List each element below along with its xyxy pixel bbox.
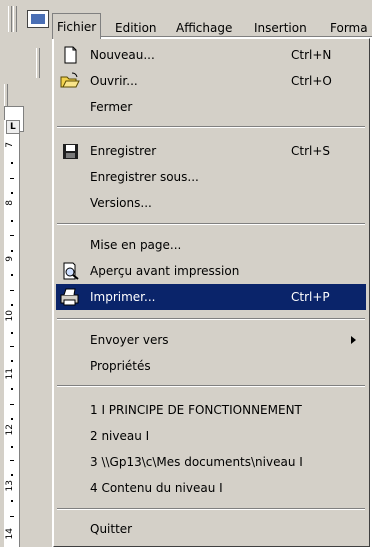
ruler-number: 10 (5, 310, 15, 322)
menu-insertion[interactable]: Insertion (254, 20, 307, 36)
menu-item-quitter[interactable]: Quitter (56, 516, 366, 542)
ruler-number: 12 (5, 424, 15, 436)
menu-separator (57, 126, 365, 128)
toolbar-grip[interactable] (36, 48, 40, 78)
menu-item-envoyer-vers[interactable]: Envoyer vers (56, 327, 366, 353)
tab-stop-selector[interactable]: L (6, 120, 19, 134)
menu-item-imprimer[interactable]: Imprimer... Ctrl+P (56, 284, 366, 310)
ruler-tick (10, 404, 14, 405)
ruler-tick (10, 346, 14, 347)
ruler-tick (10, 460, 14, 461)
ruler-tick (11, 250, 13, 252)
ruler-number: 13 (5, 480, 15, 492)
menu-edition[interactable]: Edition (115, 20, 157, 36)
menu-item-label: Quitter (90, 522, 133, 536)
menu-fichier[interactable]: Fichier (52, 13, 102, 39)
printer-icon (60, 288, 80, 306)
menu-item-label: 1 I PRINCIPE DE FONCTIONNEMENT (90, 403, 302, 417)
menu-item-enregistrer[interactable]: Enregistrer Ctrl+S (56, 138, 366, 164)
toolbar-grip[interactable] (8, 6, 12, 32)
menu-item-label: Enregistrer sous... (90, 170, 199, 184)
menu-item-ouvrir[interactable]: Ouvrir... Ctrl+O (56, 68, 366, 94)
ruler-tick (11, 304, 13, 306)
ruler-tick (11, 418, 13, 420)
ruler-tick (11, 332, 13, 334)
save-disk-icon (60, 142, 80, 160)
ruler-tick (11, 446, 13, 448)
ruler-number: 9 (5, 256, 15, 262)
menu-item-label: Aperçu avant impression (90, 264, 240, 278)
ruler-tick (11, 192, 13, 194)
menu-item-apercu[interactable]: Aperçu avant impression (56, 258, 366, 284)
menu-item-proprietes[interactable]: Propriétés (56, 353, 366, 379)
menu-item-enregistrer-sous[interactable]: Enregistrer sous... (56, 164, 366, 190)
menu-item-label: Mise en page... (90, 238, 182, 252)
menu-item-shortcut: Ctrl+O (291, 74, 332, 88)
menu-separator (57, 223, 365, 225)
menu-item-versions[interactable]: Versions... (56, 190, 366, 216)
submenu-arrow-icon (351, 336, 356, 344)
menu-item-label: Nouveau... (90, 48, 155, 62)
menu-separator (57, 508, 365, 510)
vertical-ruler: L 7 8 9 10 11 12 13 14 (4, 120, 20, 547)
ruler-tick (11, 274, 13, 276)
menu-item-label: Enregistrer (90, 144, 157, 158)
menu-separator (57, 385, 365, 387)
menu-item-label: Fermer (90, 100, 133, 114)
menu-item-recent-4[interactable]: 4 Contenu du niveau I (56, 475, 366, 501)
menu-item-label: Envoyer vers (90, 333, 169, 347)
ruler-tick (11, 162, 13, 164)
ruler-tick (11, 474, 13, 476)
menu-item-shortcut: Ctrl+S (291, 144, 331, 158)
menu-format[interactable]: Forma (330, 20, 368, 36)
menu-item-shortcut: Ctrl+P (291, 290, 330, 304)
ruler-tick (10, 516, 14, 517)
ruler-number: 8 (5, 200, 15, 206)
ruler-number: 7 (5, 142, 15, 148)
ruler-tick (10, 178, 14, 179)
menu-bar: Fichier Edition Affichage Insertion Form… (0, 0, 372, 39)
ruler-tick (10, 290, 14, 291)
menu-item-recent-3[interactable]: 3 \\Gp13\c\Mes documents\niveau I (56, 449, 366, 475)
menu-item-mise-en-page[interactable]: Mise en page... (56, 232, 366, 258)
menu-item-label: Imprimer... (90, 290, 156, 304)
menu-affichage[interactable]: Affichage (176, 20, 232, 36)
menu-item-recent-1[interactable]: 1 I PRINCIPE DE FONCTIONNEMENT (56, 397, 366, 423)
word-document-icon[interactable] (27, 10, 49, 28)
print-preview-icon (60, 262, 80, 280)
ruler-tick (10, 235, 14, 236)
menu-item-label: 2 niveau I (90, 429, 150, 443)
menu-item-recent-2[interactable]: 2 niveau I (56, 423, 366, 449)
menu-item-label: 4 Contenu du niveau I (90, 481, 223, 495)
file-menu-dropdown: Nouveau... Ctrl+N Ouvrir... Ctrl+O Ferme… (53, 38, 370, 547)
ruler-tick (11, 500, 13, 502)
menu-item-label: Propriétés (90, 359, 151, 373)
menu-item-nouveau[interactable]: Nouveau... Ctrl+N (56, 42, 366, 68)
new-document-icon (60, 46, 80, 64)
ruler-tick (11, 220, 13, 222)
ruler-tick (11, 360, 13, 362)
menu-item-shortcut: Ctrl+N (291, 48, 332, 62)
ruler-number: 11 (5, 368, 15, 380)
open-folder-icon (60, 72, 80, 90)
menu-item-label: 3 \\Gp13\c\Mes documents\niveau I (90, 455, 303, 469)
ruler-number: 14 (5, 528, 15, 540)
menu-item-fermer[interactable]: Fermer (56, 94, 366, 120)
ruler-tick (11, 388, 13, 390)
menu-separator (57, 318, 365, 320)
menu-item-label: Ouvrir... (90, 74, 138, 88)
toolbar-grip[interactable] (13, 6, 17, 32)
menu-item-label: Versions... (90, 196, 152, 210)
